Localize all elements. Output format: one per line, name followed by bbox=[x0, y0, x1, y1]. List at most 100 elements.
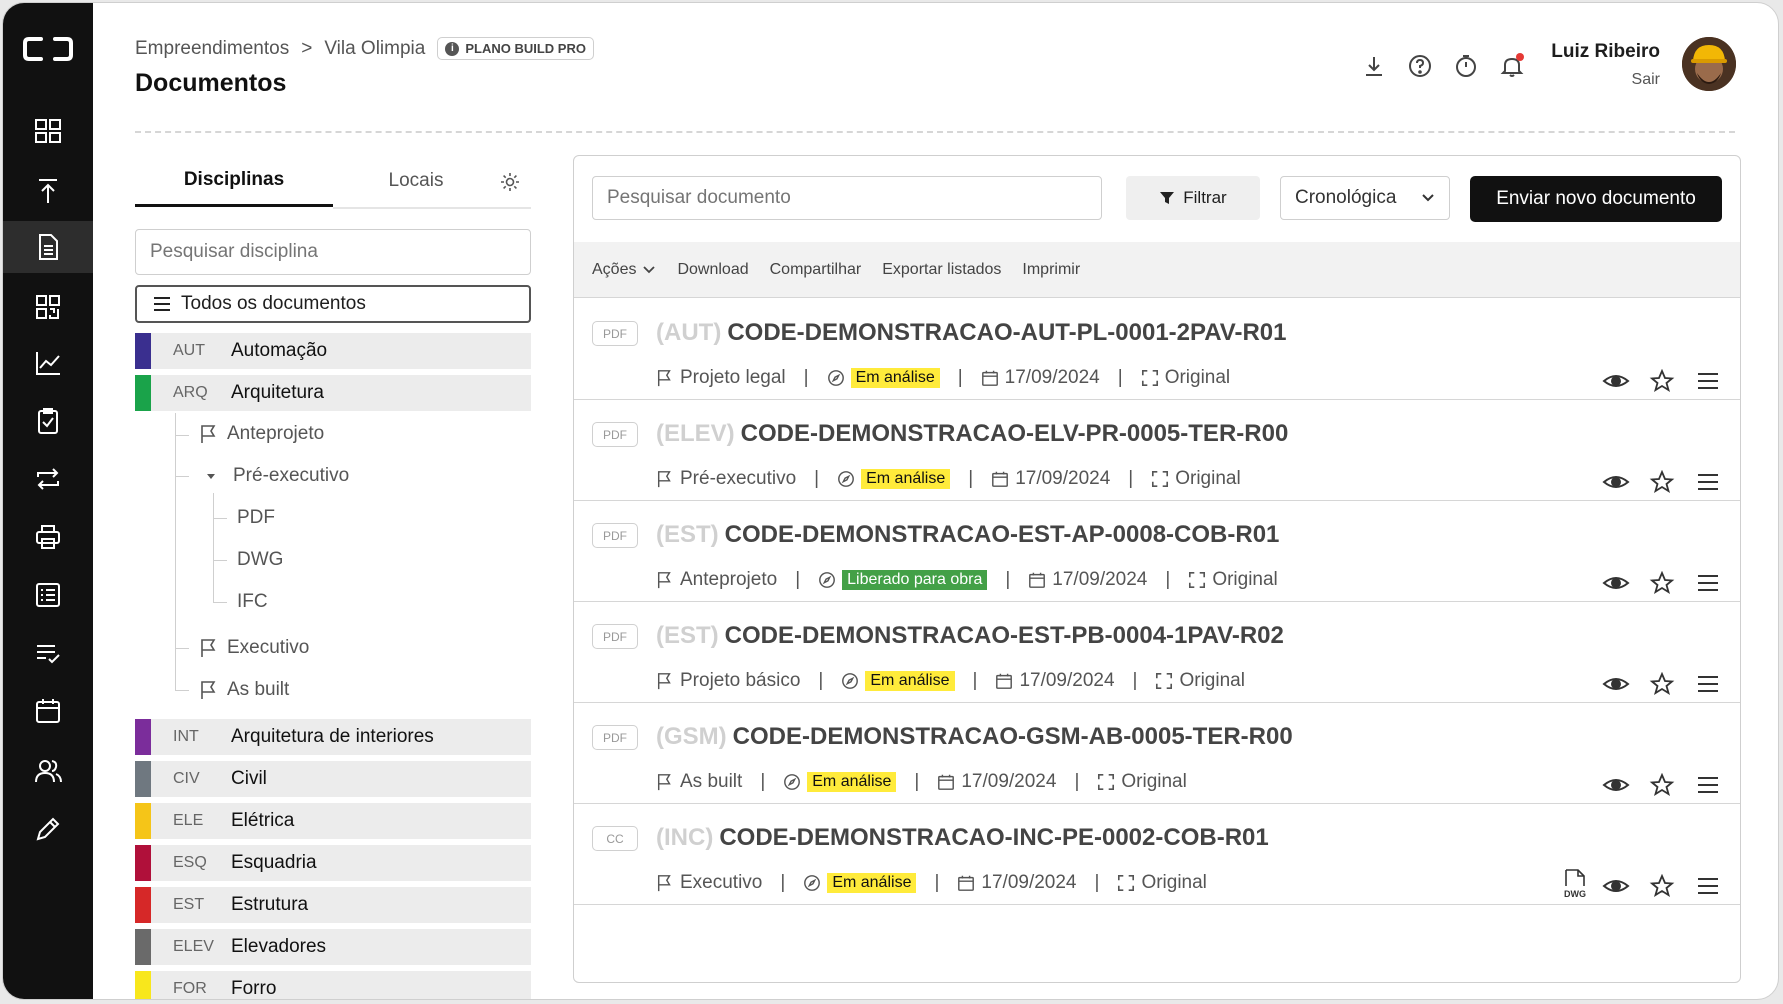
nav-tasks[interactable] bbox=[3, 627, 93, 679]
all-documents-button[interactable]: Todos os documentos bbox=[135, 285, 531, 323]
compass-icon bbox=[838, 471, 855, 487]
breadcrumb-item-project[interactable]: Vila Olimpia bbox=[324, 38, 425, 60]
discipline-row-for[interactable]: FOR Forro bbox=[135, 971, 531, 999]
order-select[interactable]: Cronológica bbox=[1280, 176, 1450, 220]
tab-disciplinas[interactable]: Disciplinas bbox=[135, 155, 333, 207]
version-label: Original bbox=[1121, 771, 1187, 792]
breadcrumb-item-empreendimentos[interactable]: Empreendimentos bbox=[135, 38, 289, 60]
discipline-row-int[interactable]: INT Arquitetura de interiores bbox=[135, 719, 531, 755]
tree-item-pre-executivo[interactable]: Pré-executivo bbox=[205, 465, 349, 487]
nav-list[interactable] bbox=[3, 569, 93, 621]
row-menu-button[interactable] bbox=[1694, 672, 1722, 701]
discipline-code: FOR bbox=[173, 980, 207, 997]
document-row[interactable]: PDF (EST) CODE-DEMONSTRACAO-EST-PB-0004-1P… bbox=[574, 602, 1740, 703]
nav-sync[interactable] bbox=[3, 453, 93, 505]
discipline-row-arq[interactable]: ARQ Arquitetura bbox=[135, 375, 531, 411]
favorite-button[interactable] bbox=[1648, 873, 1676, 903]
row-menu-button[interactable] bbox=[1694, 369, 1722, 398]
meta-separator: | bbox=[1132, 670, 1138, 691]
document-title[interactable]: (INC) CODE-DEMONSTRACAO-INC-PE-0002-COB-R… bbox=[656, 824, 1269, 852]
discipline-row-esq[interactable]: ESQ Esquadria bbox=[135, 845, 531, 881]
document-title[interactable]: (GSM) CODE-DEMONSTRACAO-GSM-AB-0005-TER-R… bbox=[656, 723, 1293, 751]
tabs-underline bbox=[333, 207, 531, 209]
file-type-badge: PDF bbox=[592, 422, 638, 447]
share-action[interactable]: Compartilhar bbox=[770, 261, 862, 279]
document-title[interactable]: (EST) CODE-DEMONSTRACAO-EST-PB-0004-1PAV-… bbox=[656, 622, 1284, 650]
document-row[interactable]: PDF (AUT) CODE-DEMONSTRACAO-AUT-PL-0001-2P… bbox=[574, 299, 1740, 400]
logo-icon[interactable] bbox=[21, 29, 75, 69]
favorite-button[interactable] bbox=[1648, 469, 1676, 499]
nav-dashboard[interactable] bbox=[3, 105, 93, 157]
discipline-search-input[interactable] bbox=[135, 229, 531, 275]
meta-separator: | bbox=[803, 367, 809, 388]
tree-line bbox=[175, 413, 176, 691]
document-row[interactable]: PDF (ELEV) CODE-DEMONSTRACAO-ELV-PR-0005-T… bbox=[574, 400, 1740, 501]
help-button[interactable] bbox=[1407, 53, 1433, 79]
avatar[interactable] bbox=[1682, 37, 1736, 91]
view-button[interactable] bbox=[1602, 874, 1630, 903]
document-row[interactable]: CC (INC) CODE-DEMONSTRACAO-INC-PE-0002-COB… bbox=[574, 804, 1740, 905]
filter-button[interactable]: Filtrar bbox=[1126, 176, 1260, 220]
nav-calendar[interactable] bbox=[3, 685, 93, 737]
tree-item-executivo[interactable]: Executivo bbox=[199, 637, 309, 659]
nav-checklist[interactable] bbox=[3, 395, 93, 447]
tree-item-dwg[interactable]: DWG bbox=[237, 549, 283, 571]
tree-item-anteprojeto[interactable]: Anteprojeto bbox=[199, 423, 324, 445]
chevron-down-icon bbox=[643, 265, 656, 273]
view-button[interactable] bbox=[1602, 773, 1630, 802]
tree-item-ifc[interactable]: IFC bbox=[237, 591, 268, 613]
view-button[interactable] bbox=[1602, 470, 1630, 499]
nav-reports[interactable] bbox=[3, 337, 93, 389]
favorite-button[interactable] bbox=[1648, 772, 1676, 802]
document-title[interactable]: (ELEV) CODE-DEMONSTRACAO-ELV-PR-0005-TER-… bbox=[656, 420, 1288, 448]
row-menu-button[interactable] bbox=[1694, 874, 1722, 903]
download-button[interactable] bbox=[1361, 53, 1387, 79]
export-action[interactable]: Exportar listados bbox=[882, 261, 1001, 279]
send-document-button[interactable]: Enviar novo documento bbox=[1470, 176, 1722, 222]
notifications-button[interactable] bbox=[1499, 53, 1525, 79]
nav-upload[interactable] bbox=[3, 165, 93, 217]
menu-icon bbox=[1698, 777, 1718, 793]
tree-line bbox=[213, 493, 214, 603]
star-icon bbox=[1649, 873, 1675, 897]
discipline-row-est[interactable]: EST Estrutura bbox=[135, 887, 531, 923]
document-row[interactable]: PDF (EST) CODE-DEMONSTRACAO-EST-AP-0008-CO… bbox=[574, 501, 1740, 602]
header-divider bbox=[135, 131, 1735, 133]
discipline-row-aut[interactable]: AUT Automação bbox=[135, 333, 531, 369]
tree-item-as-built[interactable]: As built bbox=[199, 679, 289, 701]
document-search-input[interactable] bbox=[592, 176, 1102, 220]
discipline-code: ESQ bbox=[173, 854, 207, 871]
view-button[interactable] bbox=[1602, 369, 1630, 398]
nav-print[interactable] bbox=[3, 511, 93, 563]
view-button[interactable] bbox=[1602, 571, 1630, 600]
document-title[interactable]: (AUT) CODE-DEMONSTRACAO-AUT-PL-0001-2PAV-… bbox=[656, 319, 1287, 347]
document-row[interactable]: PDF (GSM) CODE-DEMONSTRACAO-GSM-AB-0005-TE… bbox=[574, 703, 1740, 804]
view-button[interactable] bbox=[1602, 672, 1630, 701]
favorite-button[interactable] bbox=[1648, 671, 1676, 701]
nav-users[interactable] bbox=[3, 745, 93, 797]
discipline-row-ele[interactable]: ELE Elétrica bbox=[135, 803, 531, 839]
row-actions bbox=[1602, 469, 1722, 499]
dwg-file-icon[interactable]: DWG bbox=[1560, 868, 1590, 900]
nav-qrcode[interactable] bbox=[3, 281, 93, 333]
gear-icon[interactable] bbox=[499, 171, 521, 193]
discipline-row-civ[interactable]: CIV Civil bbox=[135, 761, 531, 797]
row-menu-button[interactable] bbox=[1694, 470, 1722, 499]
actions-menu[interactable]: Ações bbox=[592, 261, 656, 279]
row-menu-button[interactable] bbox=[1694, 773, 1722, 802]
discipline-row-elev[interactable]: ELEV Elevadores bbox=[135, 929, 531, 965]
nav-edit[interactable] bbox=[3, 803, 93, 855]
tree-item-pdf[interactable]: PDF bbox=[237, 507, 275, 529]
tab-locais[interactable]: Locais bbox=[333, 155, 499, 207]
nav-documents[interactable] bbox=[3, 221, 93, 273]
row-actions bbox=[1602, 671, 1722, 701]
row-menu-button[interactable] bbox=[1694, 571, 1722, 600]
timer-button[interactable] bbox=[1453, 53, 1479, 79]
download-action[interactable]: Download bbox=[677, 261, 748, 279]
actions-bar: Ações Download Compartilhar Exportar lis… bbox=[574, 242, 1740, 298]
logout-link[interactable]: Sair bbox=[1632, 71, 1660, 89]
favorite-button[interactable] bbox=[1648, 368, 1676, 398]
document-title[interactable]: (EST) CODE-DEMONSTRACAO-EST-AP-0008-COB-R… bbox=[656, 521, 1279, 549]
favorite-button[interactable] bbox=[1648, 570, 1676, 600]
print-action[interactable]: Imprimir bbox=[1022, 261, 1080, 279]
